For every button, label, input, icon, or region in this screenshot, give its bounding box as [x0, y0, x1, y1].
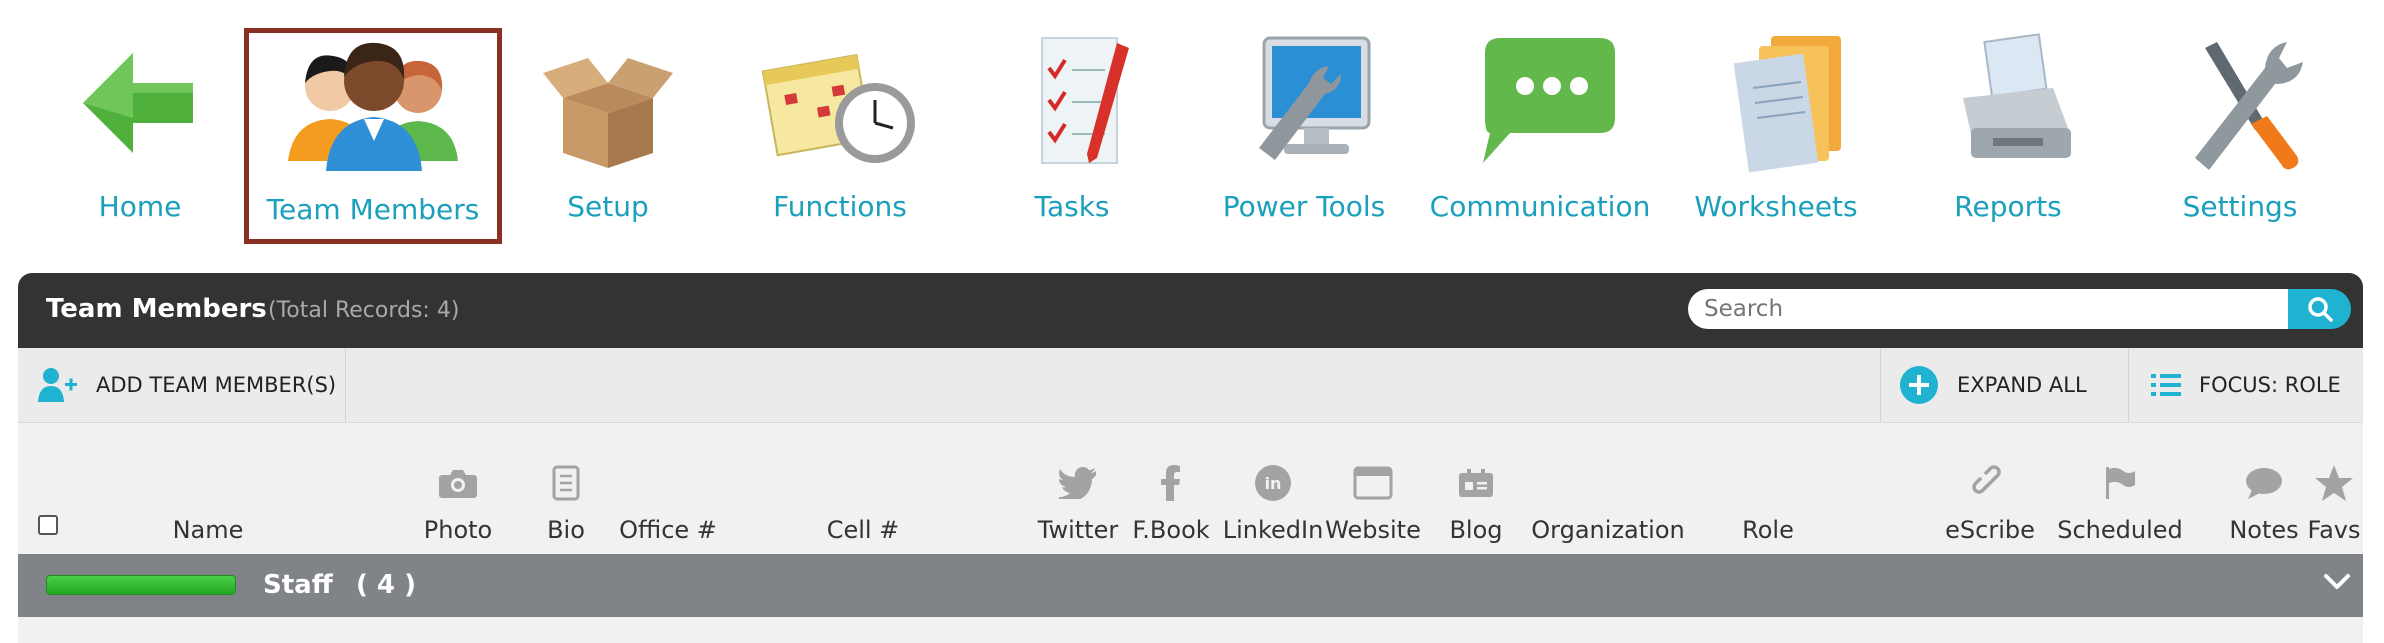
column-office-label: Office # — [619, 516, 717, 544]
twitter-icon — [1038, 463, 1118, 503]
panel-header: Team Members (Total Records: 4) — [18, 273, 2363, 348]
nav-worksheets[interactable]: Worksheets — [1660, 0, 1892, 246]
link-icon — [1940, 463, 2040, 503]
flag-icon — [2050, 463, 2190, 503]
nav-worksheets-label: Worksheets — [1694, 190, 1858, 223]
column-website[interactable]: Website — [1323, 423, 1423, 554]
expand-all-label: EXPAND ALL — [1957, 373, 2087, 397]
camera-icon — [423, 463, 493, 503]
column-favs-label: Favs — [2307, 516, 2361, 544]
column-office[interactable]: Office # — [598, 423, 738, 554]
functions-calendar-clock-icon — [724, 28, 956, 178]
nav-setup-label: Setup — [567, 190, 649, 223]
tasks-checklist-icon — [956, 28, 1188, 178]
nav-setup[interactable]: Setup — [492, 0, 724, 246]
toolbar: ADD TEAM MEMBER(S) EXPAND ALL FOCUS: ROL… — [18, 348, 2363, 423]
nav-team-members-label: Team Members — [266, 193, 480, 226]
column-escribe[interactable]: eScribe — [1940, 423, 2040, 554]
focus-role-button[interactable]: FOCUS: ROLE — [2128, 348, 2363, 422]
speech-bubble-icon — [2224, 463, 2304, 503]
expand-all-button[interactable]: EXPAND ALL — [1880, 348, 2128, 422]
column-photo-label: Photo — [423, 516, 493, 544]
column-scheduled-label: Scheduled — [2057, 516, 2183, 544]
settings-tools-icon — [2124, 28, 2356, 178]
nav-settings[interactable]: Settings — [2124, 0, 2356, 246]
group-name: Staff — [263, 570, 333, 600]
add-team-member-label: ADD TEAM MEMBER(S) — [96, 373, 337, 397]
column-photo[interactable]: Photo — [423, 423, 493, 554]
column-name[interactable]: Name — [148, 423, 268, 554]
column-cell[interactable]: Cell # — [798, 423, 928, 554]
nav-communication[interactable]: Communication — [1424, 0, 1656, 246]
column-scheduled[interactable]: Scheduled — [2050, 423, 2190, 554]
column-cell-label: Cell # — [826, 516, 900, 544]
chevron-down-icon[interactable] — [2323, 572, 2351, 597]
table-body — [18, 617, 2363, 643]
nav-team-members[interactable]: Team Members — [244, 28, 502, 244]
column-organization-label: Organization — [1531, 516, 1685, 544]
id-card-icon — [1436, 463, 1516, 503]
nav-power-tools-label: Power Tools — [1222, 190, 1386, 223]
focus-role-label: FOCUS: ROLE — [2199, 373, 2341, 397]
table-header: Name Photo Bio Office # Cell # Twitter F… — [18, 423, 2363, 554]
nav-home[interactable]: Home — [24, 0, 256, 246]
nav-communication-label: Communication — [1429, 190, 1651, 223]
power-tools-monitor-wrench-icon — [1188, 28, 1420, 178]
nav-tasks[interactable]: Tasks — [956, 0, 1188, 246]
group-count: ( 4 ) — [356, 570, 416, 600]
nav-tasks-label: Tasks — [1034, 190, 1110, 223]
list-icon — [2151, 372, 2181, 398]
column-facebook[interactable]: F.Book — [1131, 423, 1211, 554]
add-user-icon — [36, 366, 78, 404]
document-icon — [531, 463, 601, 503]
nav-reports[interactable]: Reports — [1892, 0, 2124, 246]
search-icon — [2307, 297, 2333, 322]
nav-settings-label: Settings — [2182, 190, 2298, 223]
nav-functions[interactable]: Functions — [724, 0, 956, 246]
column-role[interactable]: Role — [1718, 423, 1818, 554]
svg-text:in: in — [1265, 474, 1282, 493]
communication-chat-bubble-icon — [1424, 28, 1656, 178]
select-all-checkbox[interactable] — [38, 515, 58, 535]
page-title: Team Members — [46, 294, 267, 324]
team-people-icon — [249, 31, 497, 181]
nav-reports-label: Reports — [1954, 190, 2062, 223]
nav-functions-label: Functions — [773, 190, 907, 223]
worksheets-folder-icon — [1660, 28, 1892, 178]
column-organization[interactable]: Organization — [1528, 423, 1688, 554]
record-count: (Total Records: 4) — [268, 298, 460, 323]
search-input[interactable] — [1688, 289, 2288, 329]
facebook-icon — [1131, 463, 1211, 503]
add-team-member-button[interactable]: ADD TEAM MEMBER(S) — [18, 348, 346, 422]
column-favs[interactable]: Favs — [2304, 423, 2364, 554]
group-row-staff[interactable]: Staff ( 4 ) — [18, 554, 2363, 617]
linkedin-icon: in — [1223, 463, 1323, 503]
column-twitter[interactable]: Twitter — [1038, 423, 1118, 554]
star-icon — [2304, 463, 2364, 503]
column-name-label: Name — [172, 516, 244, 544]
column-blog[interactable]: Blog — [1436, 423, 1516, 554]
column-role-label: Role — [1742, 516, 1794, 544]
setup-box-icon — [492, 28, 724, 178]
browser-window-icon — [1323, 463, 1423, 503]
home-arrow-icon — [24, 28, 256, 178]
nav-home-label: Home — [98, 190, 182, 223]
nav-power-tools[interactable]: Power Tools — [1188, 0, 1420, 246]
plus-circle-icon — [1899, 365, 1939, 405]
group-progress-bar — [46, 575, 236, 595]
top-navigation: Home Team Members Setup Functions Tasks … — [0, 0, 2384, 260]
reports-printer-icon — [1892, 28, 2124, 178]
search-button[interactable] — [2288, 289, 2351, 329]
